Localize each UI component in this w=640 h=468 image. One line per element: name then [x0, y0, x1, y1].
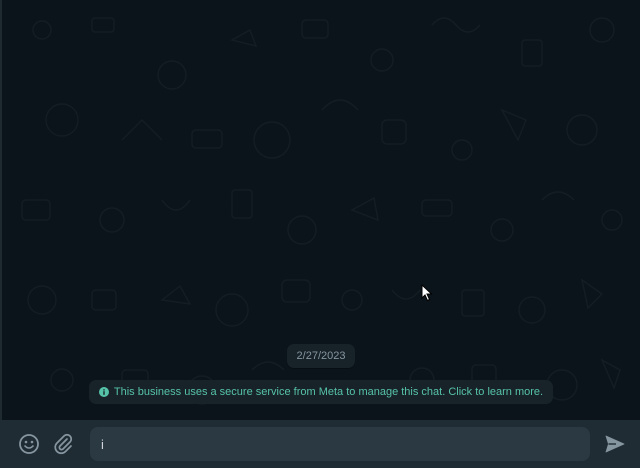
send-button[interactable]	[602, 431, 628, 457]
send-icon	[605, 435, 625, 453]
conversation-panel[interactable]: 2/27/2023 This business uses a secure se…	[0, 0, 640, 420]
notice-text: This business uses a secure service from…	[113, 386, 544, 398]
message-input-text: i	[101, 436, 104, 452]
message-input[interactable]: i	[90, 427, 590, 461]
smiley-icon	[19, 434, 39, 454]
date-separator: 2/27/2023	[286, 344, 356, 368]
chat-window: 2/27/2023 This business uses a secure se…	[0, 0, 640, 468]
attach-button[interactable]	[50, 431, 76, 457]
paperclip-icon	[54, 433, 73, 455]
emoji-button[interactable]	[16, 431, 42, 457]
business-info-notice[interactable]: This business uses a secure service from…	[88, 380, 554, 404]
message-list: 2/27/2023 This business uses a secure se…	[2, 344, 640, 404]
info-icon	[98, 387, 109, 397]
mouse-cursor-icon	[421, 284, 433, 302]
composer-bar: i	[0, 420, 640, 468]
